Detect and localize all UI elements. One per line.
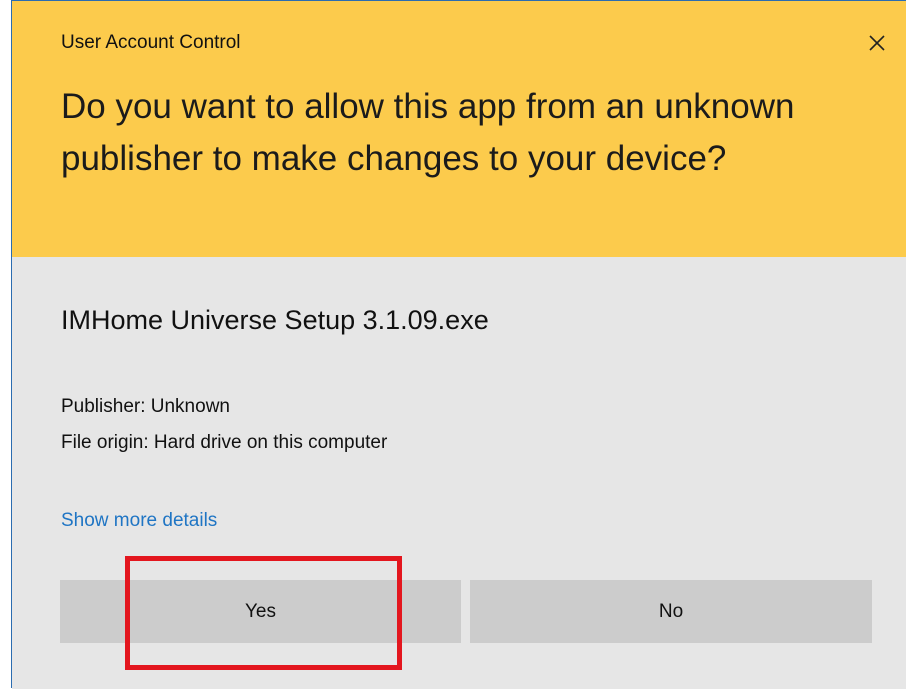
- yes-button[interactable]: Yes: [60, 580, 461, 643]
- dialog-question: Do you want to allow this app from an un…: [61, 87, 795, 178]
- app-name: IMHome Universe Setup 3.1.09.exe: [61, 305, 489, 335]
- dialog-body: IMHome Universe Setup 3.1.09.exe Publish…: [12, 257, 906, 689]
- dialog-header: User Account Control Do you want to allo…: [12, 1, 906, 257]
- no-button[interactable]: No: [470, 580, 872, 643]
- file-origin-text: File origin: Hard drive on this computer: [61, 432, 388, 453]
- show-more-details-link[interactable]: Show more details: [61, 510, 217, 532]
- uac-dialog: User Account Control Do you want to allo…: [11, 0, 906, 689]
- dialog-title: User Account Control: [61, 32, 241, 53]
- close-button[interactable]: [857, 25, 897, 61]
- publisher-text: Publisher: Unknown: [61, 396, 230, 417]
- close-icon: [869, 35, 885, 51]
